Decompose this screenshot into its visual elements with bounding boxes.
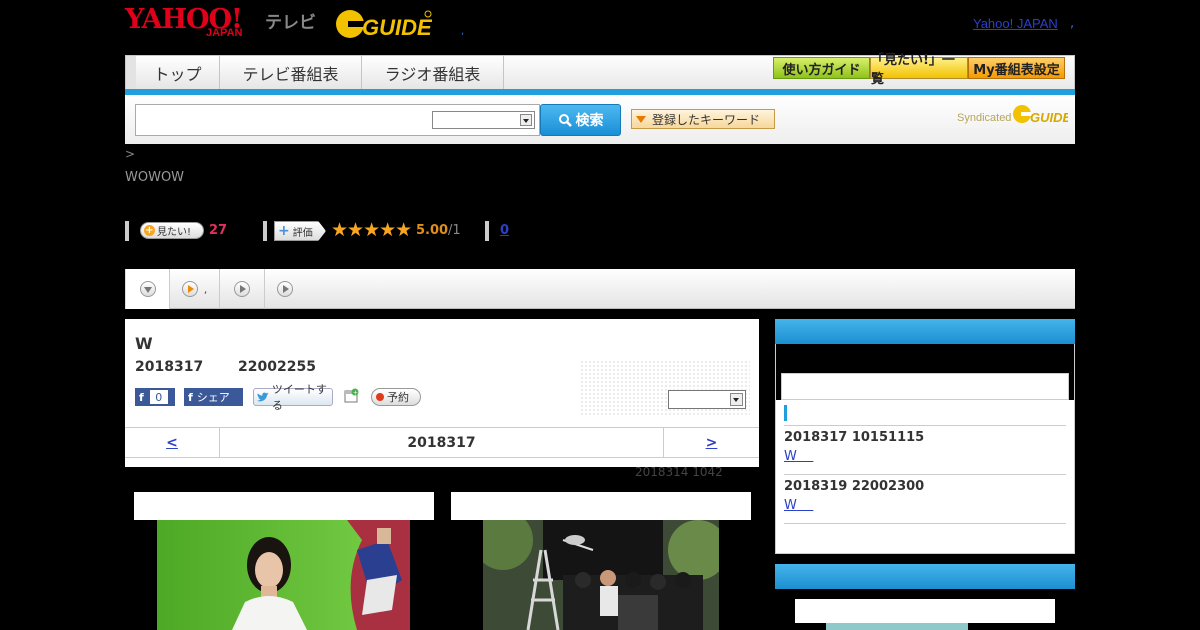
play-icon — [277, 281, 293, 297]
tweet-label: ツイートする — [271, 383, 327, 412]
svg-text:GUIDE: GUIDE — [1030, 110, 1068, 125]
sidebar-entry-link[interactable]: W — [784, 449, 813, 464]
plus-icon: + — [278, 223, 290, 239]
usage-guide-button[interactable]: 使い方ガイド — [773, 57, 870, 79]
mitai-button-label: 見たい! — [157, 227, 192, 238]
svg-text:+: + — [353, 390, 358, 397]
tweet-button[interactable]: ツイートする — [253, 383, 333, 412]
registered-keywords-button[interactable]: 登録したキーワード — [631, 109, 775, 129]
sidebar-image[interactable] — [826, 623, 968, 630]
nav-tab-top[interactable]: トップ — [126, 56, 220, 89]
program-photo[interactable] — [157, 520, 410, 630]
rating-count: /1 — [448, 223, 461, 238]
plus-icon: + — [144, 225, 155, 236]
header-link-separator: , — [1070, 16, 1075, 31]
syndicated-label: Syndicated — [957, 112, 1012, 124]
record-reserve-label: 予約 — [387, 391, 409, 404]
sidebar-banner — [795, 599, 1055, 623]
play-icon — [181, 281, 198, 297]
stat-divider — [125, 221, 129, 241]
sidebar-entry-link-text: W — [784, 498, 797, 513]
chevron-down-icon — [730, 393, 743, 406]
sidebar-entry-link[interactable]: W — [784, 498, 813, 513]
tab-episode[interactable]: , — [170, 269, 220, 309]
nav-tab-tv-listings[interactable]: テレビ番組表 — [220, 56, 362, 89]
mitai-list-button[interactable]: 「見たい!」一覧 — [870, 53, 968, 87]
svg-text:GUIDE: GUIDE — [362, 15, 432, 40]
chevron-down-icon — [139, 281, 156, 297]
record-reserve-button[interactable]: 予約 — [371, 388, 421, 406]
search-icon — [558, 114, 572, 127]
sidebar-section-marker — [784, 405, 787, 421]
sidebar-entry-date: 2018319 22002300 — [784, 479, 925, 494]
tab-reviews[interactable] — [265, 269, 305, 309]
gguide-small-logo: GUIDE — [1013, 105, 1068, 125]
program-photo[interactable] — [483, 520, 719, 630]
chevron-down-icon — [520, 114, 532, 126]
sidebar-divider — [784, 474, 1066, 475]
play-icon — [234, 281, 250, 297]
facebook-icon: f — [188, 390, 193, 404]
stat-divider — [263, 221, 267, 241]
search-category-select[interactable] — [432, 111, 535, 129]
current-date: 2018317 — [407, 434, 476, 451]
program-title: W — [135, 334, 153, 353]
sidebar-entry-link-text: W — [784, 449, 797, 464]
rating-value: 5.00 — [416, 223, 449, 238]
sidebar-header — [775, 564, 1075, 589]
breadcrumb[interactable]: > — [125, 147, 135, 161]
last-updated: 2018314 1042 — [635, 465, 723, 479]
search-button[interactable]: 検索 — [540, 104, 621, 136]
search-button-label: 検索 — [575, 113, 604, 129]
tab-label: , — [203, 282, 208, 296]
previous-day-link[interactable]: < — [125, 428, 220, 457]
tv-wordmark: テレビ — [265, 13, 316, 33]
rate-button-label: 評価 — [292, 227, 313, 239]
program-time: 22002255 — [238, 359, 316, 375]
my-listing-settings-button[interactable]: My番組表設定 — [968, 57, 1065, 79]
header-separator: , — [461, 26, 465, 37]
tab-overview[interactable] — [125, 269, 170, 309]
yahoo-japan-link[interactable]: Yahoo! JAPAN — [973, 16, 1058, 31]
mitai-button[interactable]: + 見たい! — [140, 222, 204, 239]
calendar-add-icon[interactable]: + — [344, 388, 359, 403]
image-tile-header — [451, 492, 751, 520]
sidebar-list — [776, 400, 1074, 553]
stat-divider — [485, 221, 489, 241]
channel-name: WOWOW — [125, 170, 185, 185]
rate-button[interactable]: + 評価 — [274, 221, 326, 241]
program-action-select[interactable] — [668, 390, 746, 409]
facebook-icon: f — [139, 390, 144, 404]
facebook-share-button[interactable]: f シェア — [184, 388, 243, 406]
review-count-link[interactable]: 0 — [500, 223, 509, 238]
sidebar-entry-date: 2018317 10151115 — [784, 430, 925, 445]
program-date: 2018317 — [135, 359, 204, 375]
image-tile-header — [134, 492, 434, 520]
rating-stars: ★★★★★ — [331, 219, 412, 241]
record-icon — [376, 393, 384, 401]
facebook-like-count: 0 — [149, 390, 168, 404]
sidebar-divider — [784, 523, 1066, 524]
twitter-icon — [257, 391, 269, 401]
gguide-logo[interactable]: GUIDE — [334, 8, 432, 40]
mitai-count: 27 — [209, 223, 228, 238]
sidebar-divider — [784, 425, 1066, 426]
next-day-link[interactable]: > — [663, 428, 759, 457]
triangle-down-icon — [636, 115, 646, 123]
sidebar-search-input[interactable] — [781, 373, 1069, 400]
tab-cast[interactable] — [220, 269, 265, 309]
registered-keywords-label: 登録したキーワード — [652, 112, 761, 127]
yahoo-japan-wordmark: JAPAN — [206, 27, 243, 39]
facebook-share-label: シェア — [196, 391, 230, 404]
facebook-like-button[interactable]: f 0 — [135, 388, 175, 406]
sidebar-header — [775, 319, 1075, 344]
nav-tab-radio-listings[interactable]: ラジオ番組表 — [362, 56, 504, 89]
